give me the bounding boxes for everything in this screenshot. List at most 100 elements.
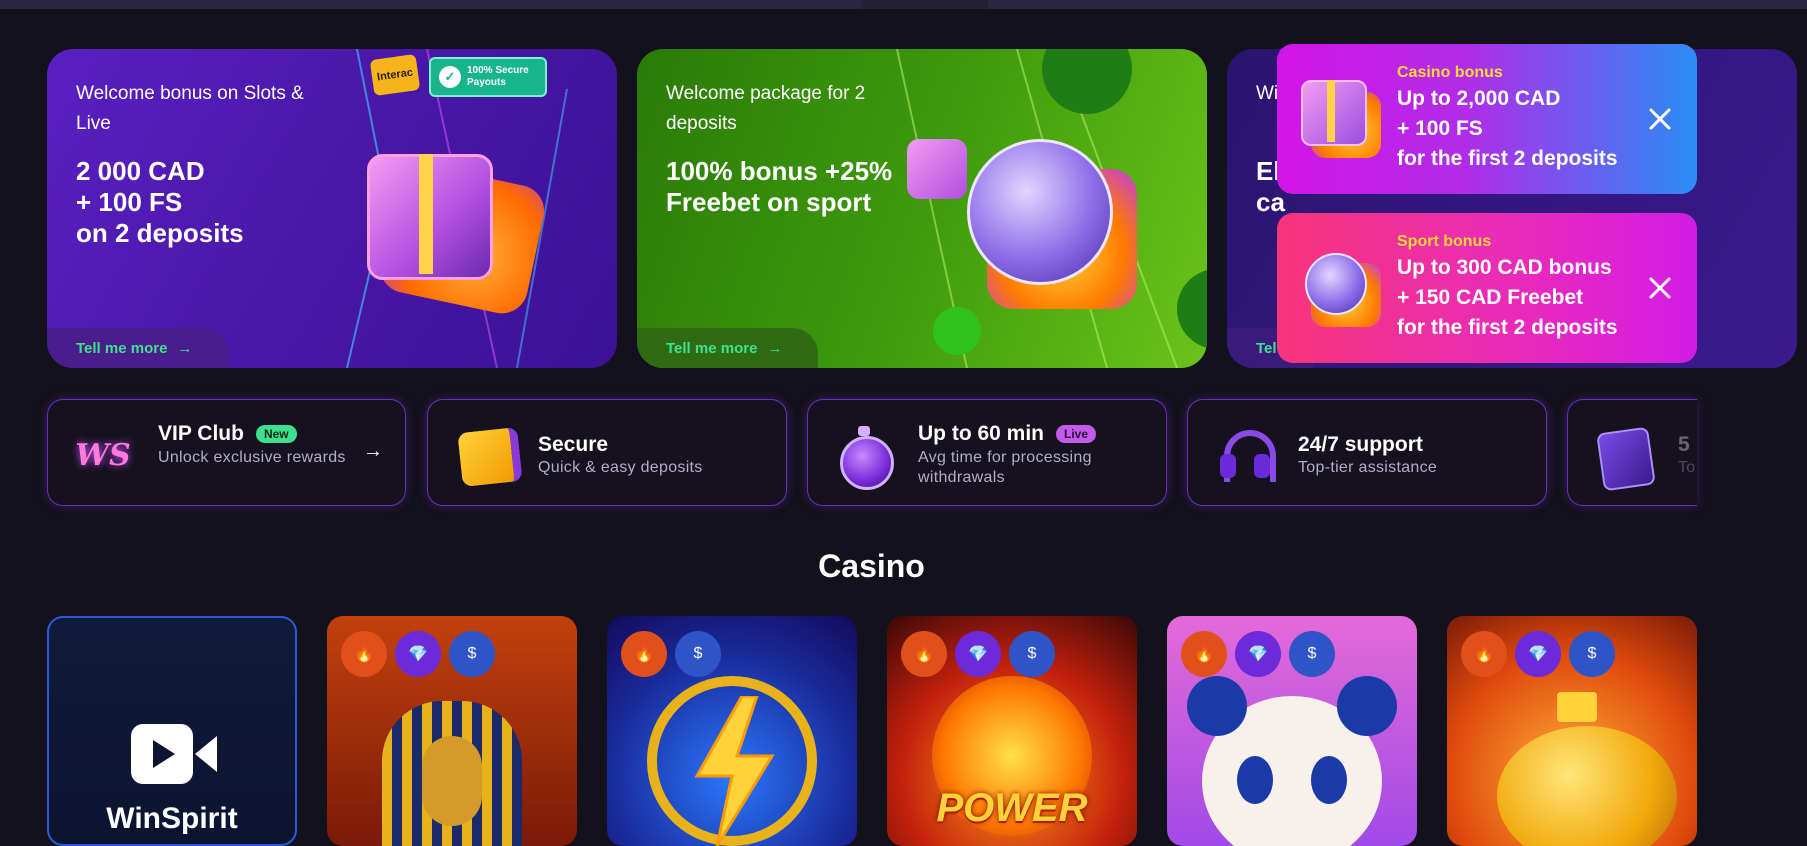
stopwatch-icon	[830, 422, 896, 490]
panda-eye	[1311, 756, 1347, 804]
game-tile-piggy[interactable]: 🔥 💎 $	[1447, 616, 1697, 846]
feature-title: VIP Club New	[158, 422, 297, 446]
notification-line: for the first 2 deposits	[1397, 316, 1618, 339]
feature-subtitle: Unlock exclusive rewards	[158, 449, 346, 466]
banner-sport[interactable]: Welcome package for 2 deposits 100% bonu…	[637, 49, 1207, 368]
interac-badge-label: Interac	[376, 66, 414, 84]
notification-line: Up to 300 CAD bonus	[1397, 256, 1612, 279]
tile-feature-chips: 🔥 💎 $	[341, 631, 495, 677]
arrow-right-icon: →	[767, 339, 783, 357]
swap-dollar-icon: $	[675, 631, 721, 677]
swap-dollar-icon: $	[1289, 631, 1335, 677]
banner-headline: 100% bonus +25% Freebet on sport	[666, 156, 946, 218]
game-tile-power[interactable]: POWER 🔥 💎 $	[887, 616, 1137, 846]
game-tile-winspirit[interactable]: WinSpirit	[47, 616, 297, 846]
top-nav-strip	[0, 0, 1807, 9]
notification-line: + 100 FS	[1397, 117, 1483, 140]
notification-line: + 150 CAD Freebet	[1397, 286, 1584, 309]
close-icon[interactable]	[1643, 271, 1677, 305]
tile-feature-chips: 🔥 💎 $	[1461, 631, 1615, 677]
video-camera-icon	[131, 724, 217, 784]
soccer-ball-illustration	[907, 119, 1137, 309]
gift-box-icon	[1299, 78, 1381, 160]
panda-ear	[1337, 676, 1397, 736]
panda-eye	[1237, 756, 1273, 804]
feature-subtitle: Quick & easy deposits	[538, 459, 703, 476]
game-tile-panda[interactable]: 🔥 💎 $	[1167, 616, 1417, 846]
live-badge: Live	[1056, 425, 1097, 443]
feature-withdrawals[interactable]: Up to 60 min Live Avg time for processin…	[807, 399, 1167, 506]
soccer-ball-icon	[1299, 247, 1381, 329]
fire-icon: 🔥	[621, 631, 667, 677]
crown-icon	[1557, 692, 1597, 722]
feature-support[interactable]: 24/7 support Top-tier assistance	[1187, 399, 1547, 506]
tile-feature-chips: 🔥 💎 $	[901, 631, 1055, 677]
feature-title-text: Secure	[538, 433, 609, 456]
swap-dollar-icon: $	[1569, 631, 1615, 677]
top-nav-segment	[0, 0, 862, 9]
slots-box-icon	[1590, 422, 1656, 492]
headline-line: on 2 deposits	[76, 218, 244, 248]
feature-subtitle: To	[1678, 459, 1696, 476]
feature-secure[interactable]: Secure Quick & easy deposits	[427, 399, 787, 506]
tell-me-more-label: Tel	[1256, 339, 1277, 357]
notification-line: for the first 2 deposits	[1397, 147, 1618, 170]
panda-ear	[1187, 676, 1247, 736]
fire-icon: 🔥	[1461, 631, 1507, 677]
feature-subtitle: Top-tier assistance	[1298, 459, 1438, 476]
tile-feature-chips: 🔥 $	[621, 631, 721, 677]
tile-label: POWER	[936, 786, 1088, 830]
feature-title: Secure	[538, 433, 608, 457]
game-tile-lightning[interactable]: 🔥 $	[607, 616, 857, 846]
tell-me-more-label: Tell me more	[76, 339, 168, 357]
shield-check-icon: ✓	[439, 66, 461, 88]
arrow-right-icon: →	[177, 339, 193, 357]
interac-wallet-icon	[450, 422, 523, 488]
fire-icon: 🔥	[1181, 631, 1227, 677]
new-badge: New	[255, 425, 297, 443]
banner-headline: 2 000 CAD + 100 FS on 2 deposits	[76, 156, 336, 249]
sport-bonus-notification[interactable]: Sport bonus Up to 300 CAD bonus + 150 CA…	[1277, 213, 1697, 363]
top-nav-segment	[988, 0, 1807, 9]
feature-title: Up to 60 min Live	[918, 422, 1097, 446]
fire-icon: 🔥	[341, 631, 387, 677]
tell-me-more-label: Tell me more	[666, 339, 758, 357]
notification-body: Up to 2,000 CAD + 100 FS for the first 2…	[1397, 84, 1657, 174]
diamond-icon: 💎	[1515, 631, 1561, 677]
diamond-icon: 💎	[395, 631, 441, 677]
headset-icon	[1210, 422, 1276, 488]
secure-payouts-badge: ✓ 100% Secure Payouts	[429, 57, 547, 97]
feature-vip-club[interactable]: WS VIP Club New Unlock exclusive rewards…	[47, 399, 406, 506]
diamond-icon: 💎	[1235, 631, 1281, 677]
swap-dollar-icon: $	[449, 631, 495, 677]
headline-line: 100% bonus +25%	[666, 156, 893, 186]
headline-line: Freebet on sport	[666, 187, 872, 217]
interac-badge: Interac	[369, 53, 421, 97]
feature-partial[interactable]: 5 To	[1567, 399, 1697, 506]
feature-title: 5	[1678, 433, 1690, 457]
feature-title-text: VIP Club	[158, 422, 244, 445]
arrow-right-icon[interactable]: →	[363, 440, 383, 463]
banner-subtitle: Welcome bonus on Slots & Live	[76, 83, 304, 134]
secure-payouts-label: 100% Secure Payouts	[467, 65, 529, 88]
banner-subtitle: Welcome package for 2 deposits	[666, 83, 866, 134]
game-tile-pharaoh[interactable]: 🔥 💎 $	[327, 616, 577, 846]
diamond-icon: 💎	[955, 631, 1001, 677]
tell-me-more-link[interactable]: Tell me more →	[637, 328, 819, 368]
headline-line: + 100 FS	[76, 187, 183, 217]
swap-dollar-icon: $	[1009, 631, 1055, 677]
casino-bonus-notification[interactable]: Casino bonus Up to 2,000 CAD + 100 FS fo…	[1277, 44, 1697, 194]
close-icon[interactable]	[1643, 102, 1677, 136]
tell-me-more-link[interactable]: Tell me more →	[47, 328, 229, 368]
feature-title-text: 5	[1678, 433, 1690, 456]
section-title: Casino	[818, 548, 925, 584]
feature-title-text: 24/7 support	[1298, 433, 1423, 456]
feature-title: 24/7 support	[1298, 433, 1423, 457]
lightning-bolt-icon	[694, 696, 775, 846]
gift-box-illustration	[357, 134, 549, 319]
headline-line: 2 000 CAD	[76, 156, 205, 186]
banner-slots-live[interactable]: Interac ✓ 100% Secure Payouts Welcome bo…	[47, 49, 617, 368]
notification-line: Up to 2,000 CAD	[1397, 87, 1561, 110]
notification-kicker: Casino bonus	[1397, 64, 1503, 81]
fire-icon: 🔥	[901, 631, 947, 677]
